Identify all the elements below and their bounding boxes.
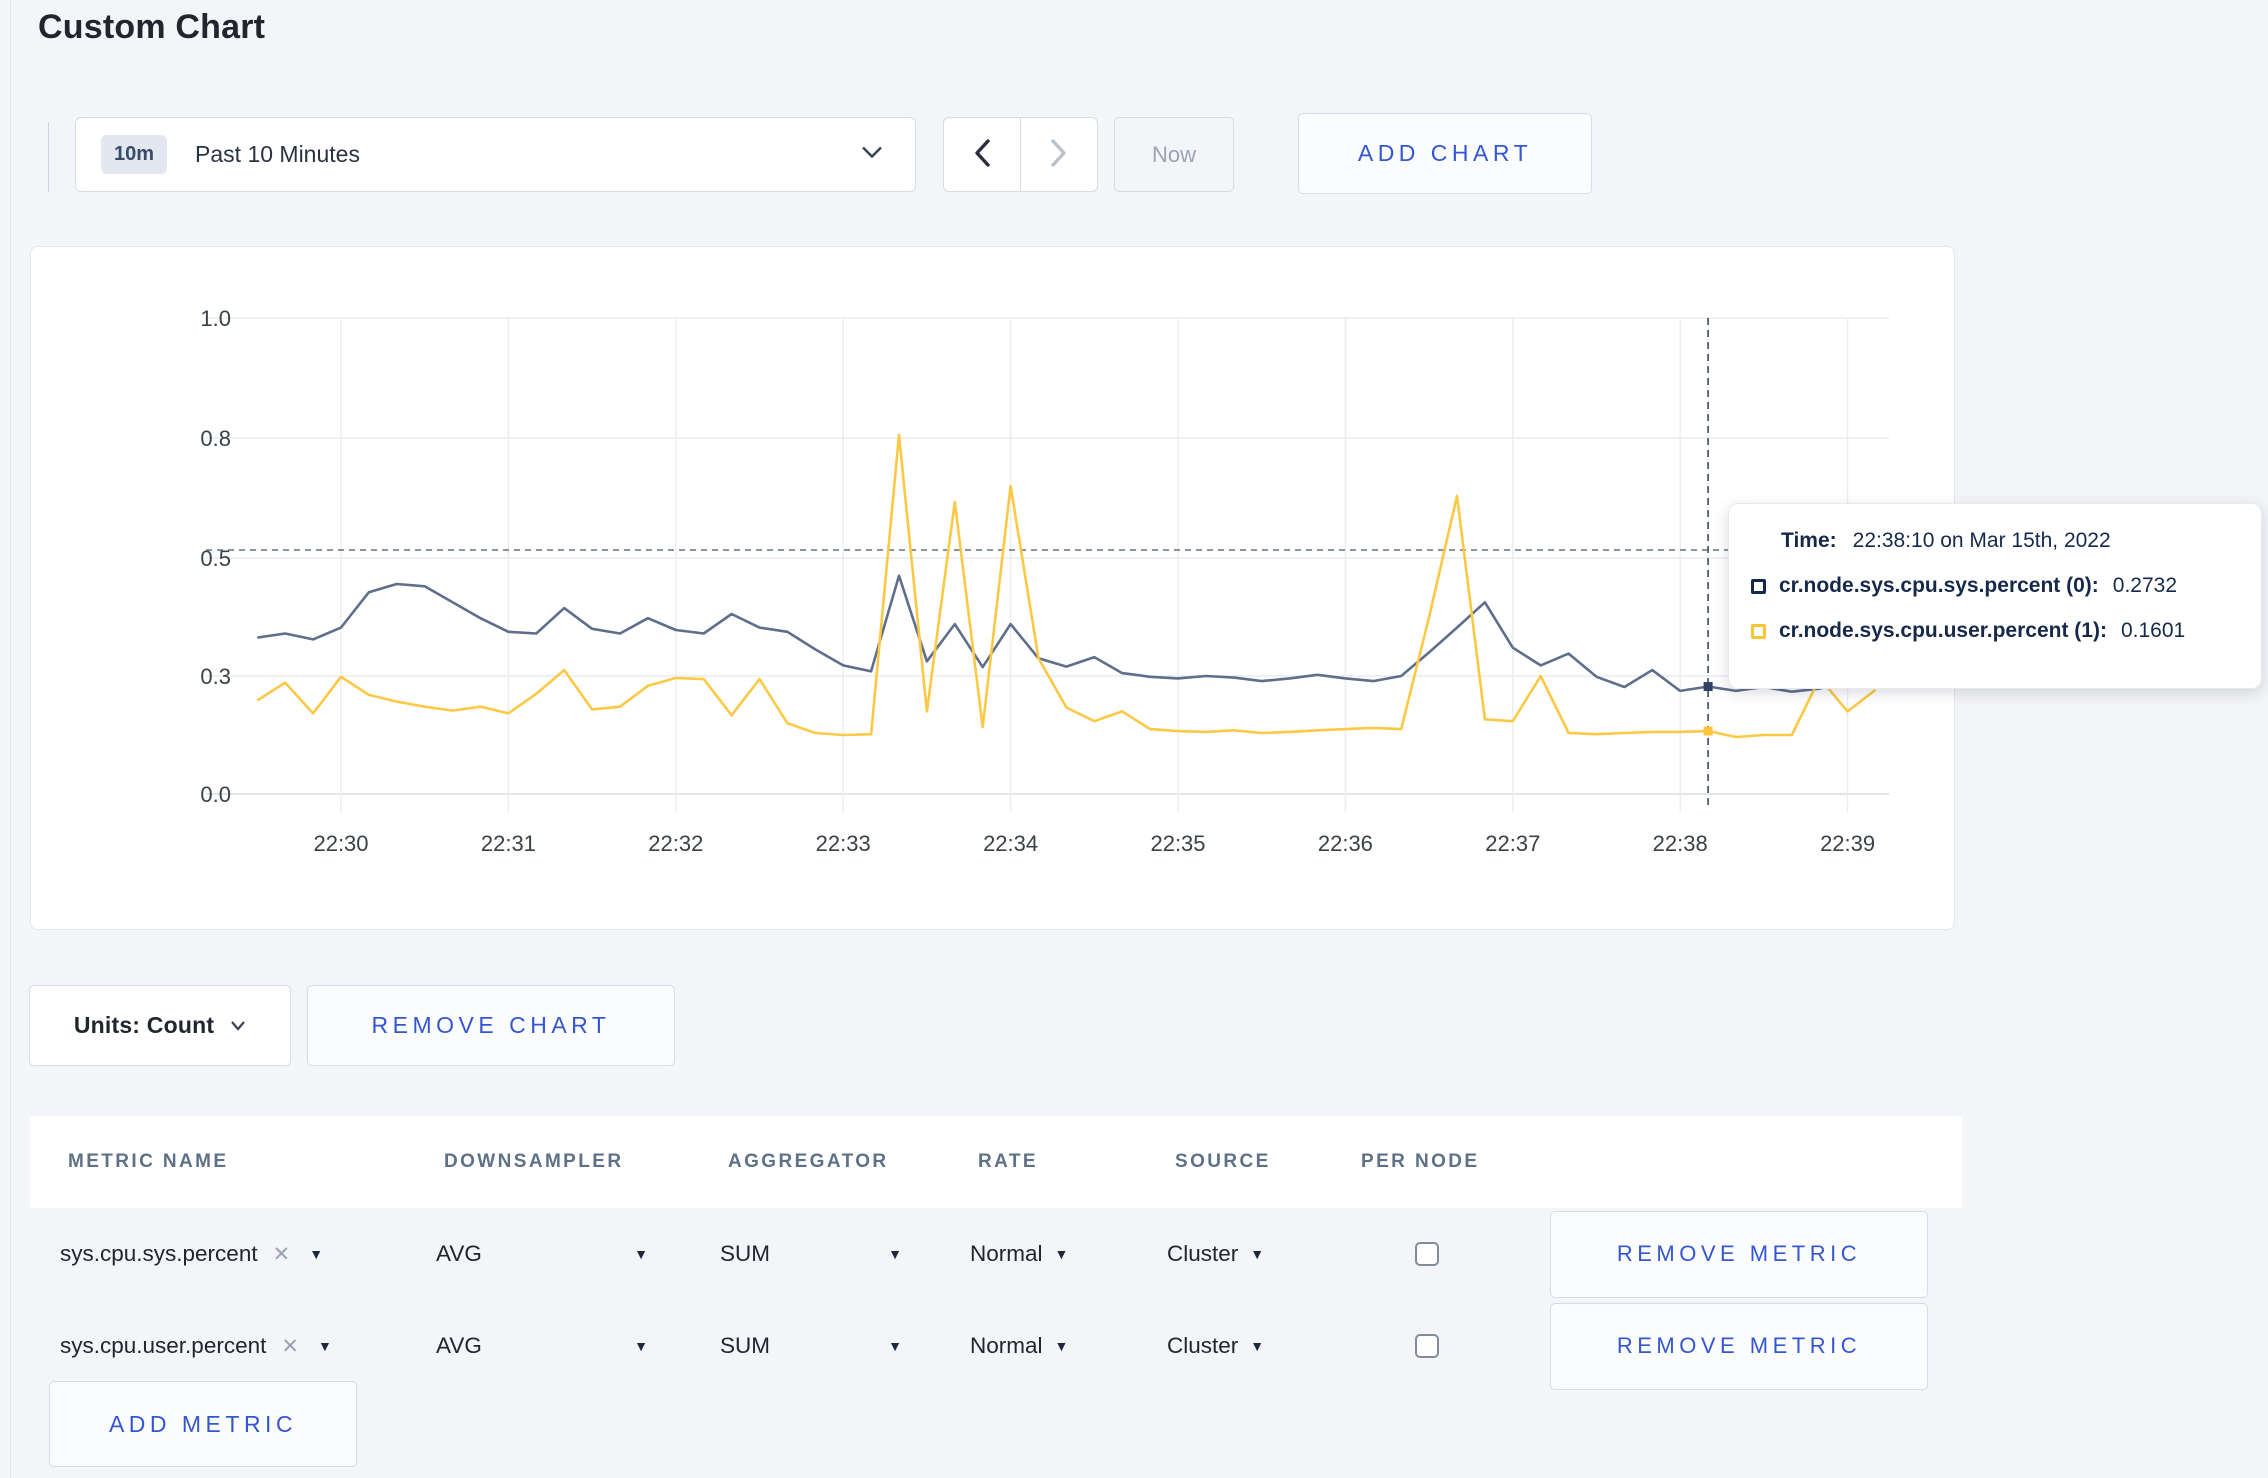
- page-title: Custom Chart: [38, 8, 266, 46]
- tooltip-series-value: 0.2732: [2112, 574, 2178, 597]
- toolbar-divider: [48, 122, 49, 192]
- aggregator-select[interactable]: SUM ▼: [720, 1241, 902, 1267]
- svg-text:22:32: 22:32: [648, 831, 703, 856]
- header-per-node: PER NODE: [1361, 1151, 1480, 1172]
- tooltip-series-row: cr.node.sys.cpu.sys.percent (0): 0.2732: [1751, 574, 2235, 598]
- downsampler-select[interactable]: AVG ▼: [436, 1241, 648, 1267]
- downsampler-select[interactable]: AVG ▼: [436, 1333, 648, 1359]
- aggregator-value: SUM: [720, 1333, 770, 1358]
- rate-select[interactable]: Normal ▼: [970, 1333, 1068, 1359]
- caret-down-icon[interactable]: ▼: [318, 1338, 332, 1354]
- svg-text:0.0: 0.0: [200, 782, 231, 807]
- now-button[interactable]: Now: [1114, 117, 1234, 192]
- metric-name-cell[interactable]: sys.cpu.user.percent ✕ ▼: [60, 1333, 436, 1359]
- svg-text:22:36: 22:36: [1318, 831, 1373, 856]
- metric-name: sys.cpu.sys.percent: [60, 1241, 258, 1266]
- remove-metric-button[interactable]: REMOVE METRIC: [1550, 1302, 1928, 1390]
- tooltip-time-value: 22:38:10 on Mar 15th, 2022: [1852, 529, 2111, 552]
- metric-name-cell[interactable]: sys.cpu.sys.percent ✕ ▼: [60, 1241, 436, 1267]
- time-range-dropdown[interactable]: 10m Past 10 Minutes: [75, 117, 916, 192]
- header-source: SOURCE: [1175, 1151, 1271, 1172]
- series-sys-swatch-icon: [1751, 578, 1766, 594]
- metrics-table-header: METRIC NAME DOWNSAMPLER AGGREGATOR RATE …: [30, 1116, 1962, 1208]
- svg-text:22:35: 22:35: [1150, 831, 1205, 856]
- chevron-down-icon: [861, 145, 883, 164]
- svg-text:22:39: 22:39: [1820, 831, 1875, 856]
- tooltip-series-row: cr.node.sys.cpu.user.percent (1): 0.1601: [1751, 619, 2235, 643]
- metric-row: sys.cpu.sys.percent ✕ ▼ AVG ▼ SUM ▼ Normal…: [30, 1208, 1962, 1300]
- header-metric-name: METRIC NAME: [68, 1151, 229, 1172]
- add-chart-button[interactable]: ADD CHART: [1298, 113, 1592, 194]
- units-dropdown[interactable]: Units: Count: [29, 985, 291, 1066]
- rate-value: Normal: [970, 1241, 1043, 1266]
- svg-text:22:30: 22:30: [313, 831, 368, 856]
- svg-text:0.3: 0.3: [200, 664, 231, 689]
- svg-text:22:34: 22:34: [983, 831, 1038, 856]
- caret-down-icon: ▼: [1250, 1246, 1265, 1262]
- caret-down-icon: ▼: [888, 1338, 902, 1354]
- time-next-button[interactable]: [1020, 118, 1097, 191]
- caret-down-icon: ▼: [634, 1246, 648, 1262]
- per-node-checkbox[interactable]: [1415, 1334, 1439, 1358]
- source-select[interactable]: Cluster ▼: [1167, 1241, 1264, 1267]
- tooltip-time-label: Time:: [1781, 529, 1837, 552]
- time-nav-group: [943, 117, 1098, 192]
- caret-down-icon[interactable]: ▼: [309, 1246, 323, 1262]
- downsampler-value: AVG: [436, 1241, 482, 1266]
- page-left-border: [10, 0, 11, 1478]
- metric-name: sys.cpu.user.percent: [60, 1333, 267, 1358]
- svg-text:22:33: 22:33: [816, 831, 871, 856]
- caret-down-icon: ▼: [888, 1246, 902, 1262]
- time-scale-badge: 10m: [101, 135, 168, 174]
- tooltip-time-row: Time: 22:38:10 on Mar 15th, 2022: [1781, 529, 2235, 553]
- svg-text:0.5: 0.5: [200, 546, 231, 571]
- units-label: Units: Count: [73, 1012, 215, 1038]
- caret-down-icon: ▼: [1250, 1338, 1265, 1354]
- chevron-right-icon: [1050, 139, 1068, 170]
- time-prev-button[interactable]: [944, 118, 1020, 191]
- caret-down-icon: ▼: [634, 1338, 648, 1354]
- caret-down-icon: ▼: [1054, 1246, 1069, 1262]
- custom-chart-plot[interactable]: 0.0 0.3 0.5 0.8 1.0 22:30 22:31 22:32 22:33 22:34…: [31, 247, 1956, 931]
- tooltip-series-label: cr.node.sys.cpu.user.percent (1):: [1779, 619, 2107, 642]
- svg-text:22:31: 22:31: [481, 831, 536, 856]
- aggregator-select[interactable]: SUM ▼: [720, 1333, 902, 1359]
- source-value: Cluster: [1167, 1333, 1239, 1358]
- remove-chart-button[interactable]: REMOVE CHART: [307, 985, 675, 1066]
- svg-text:1.0: 1.0: [200, 306, 231, 331]
- rate-value: Normal: [970, 1333, 1043, 1358]
- header-aggregator: AGGREGATOR: [728, 1151, 889, 1172]
- svg-text:22:38: 22:38: [1653, 831, 1708, 856]
- series-user-swatch-icon: [1751, 623, 1766, 639]
- svg-text:0.8: 0.8: [200, 426, 231, 451]
- rate-select[interactable]: Normal ▼: [970, 1241, 1068, 1267]
- caret-down-icon: ▼: [1054, 1338, 1069, 1354]
- metric-row: sys.cpu.user.percent ✕ ▼ AVG ▼ SUM ▼ Norma…: [30, 1300, 1962, 1392]
- svg-text:22:37: 22:37: [1485, 831, 1540, 856]
- chart-hover-tooltip: Time: 22:38:10 on Mar 15th, 2022 cr.node…: [1728, 503, 2262, 689]
- clear-metric-icon[interactable]: ✕: [281, 1334, 299, 1359]
- chevron-down-icon: [231, 1021, 246, 1031]
- tooltip-series-label: cr.node.sys.cpu.sys.percent (0):: [1779, 574, 2099, 597]
- source-select[interactable]: Cluster ▼: [1167, 1333, 1264, 1359]
- add-metric-button[interactable]: ADD METRIC: [49, 1381, 357, 1467]
- chevron-left-icon: [973, 139, 991, 170]
- chart-panel: 0.0 0.3 0.5 0.8 1.0 22:30 22:31 22:32 22:33 22:34…: [30, 246, 1955, 930]
- header-downsampler: DOWNSAMPLER: [444, 1151, 624, 1172]
- per-node-checkbox[interactable]: [1415, 1242, 1439, 1266]
- aggregator-value: SUM: [720, 1241, 770, 1266]
- tooltip-series-value: 0.1601: [2120, 619, 2186, 642]
- source-value: Cluster: [1167, 1241, 1239, 1266]
- header-rate: RATE: [978, 1151, 1038, 1172]
- time-range-label: Past 10 Minutes: [195, 141, 360, 167]
- clear-metric-icon[interactable]: ✕: [273, 1242, 291, 1267]
- remove-metric-button[interactable]: REMOVE METRIC: [1550, 1210, 1928, 1298]
- downsampler-value: AVG: [436, 1333, 482, 1358]
